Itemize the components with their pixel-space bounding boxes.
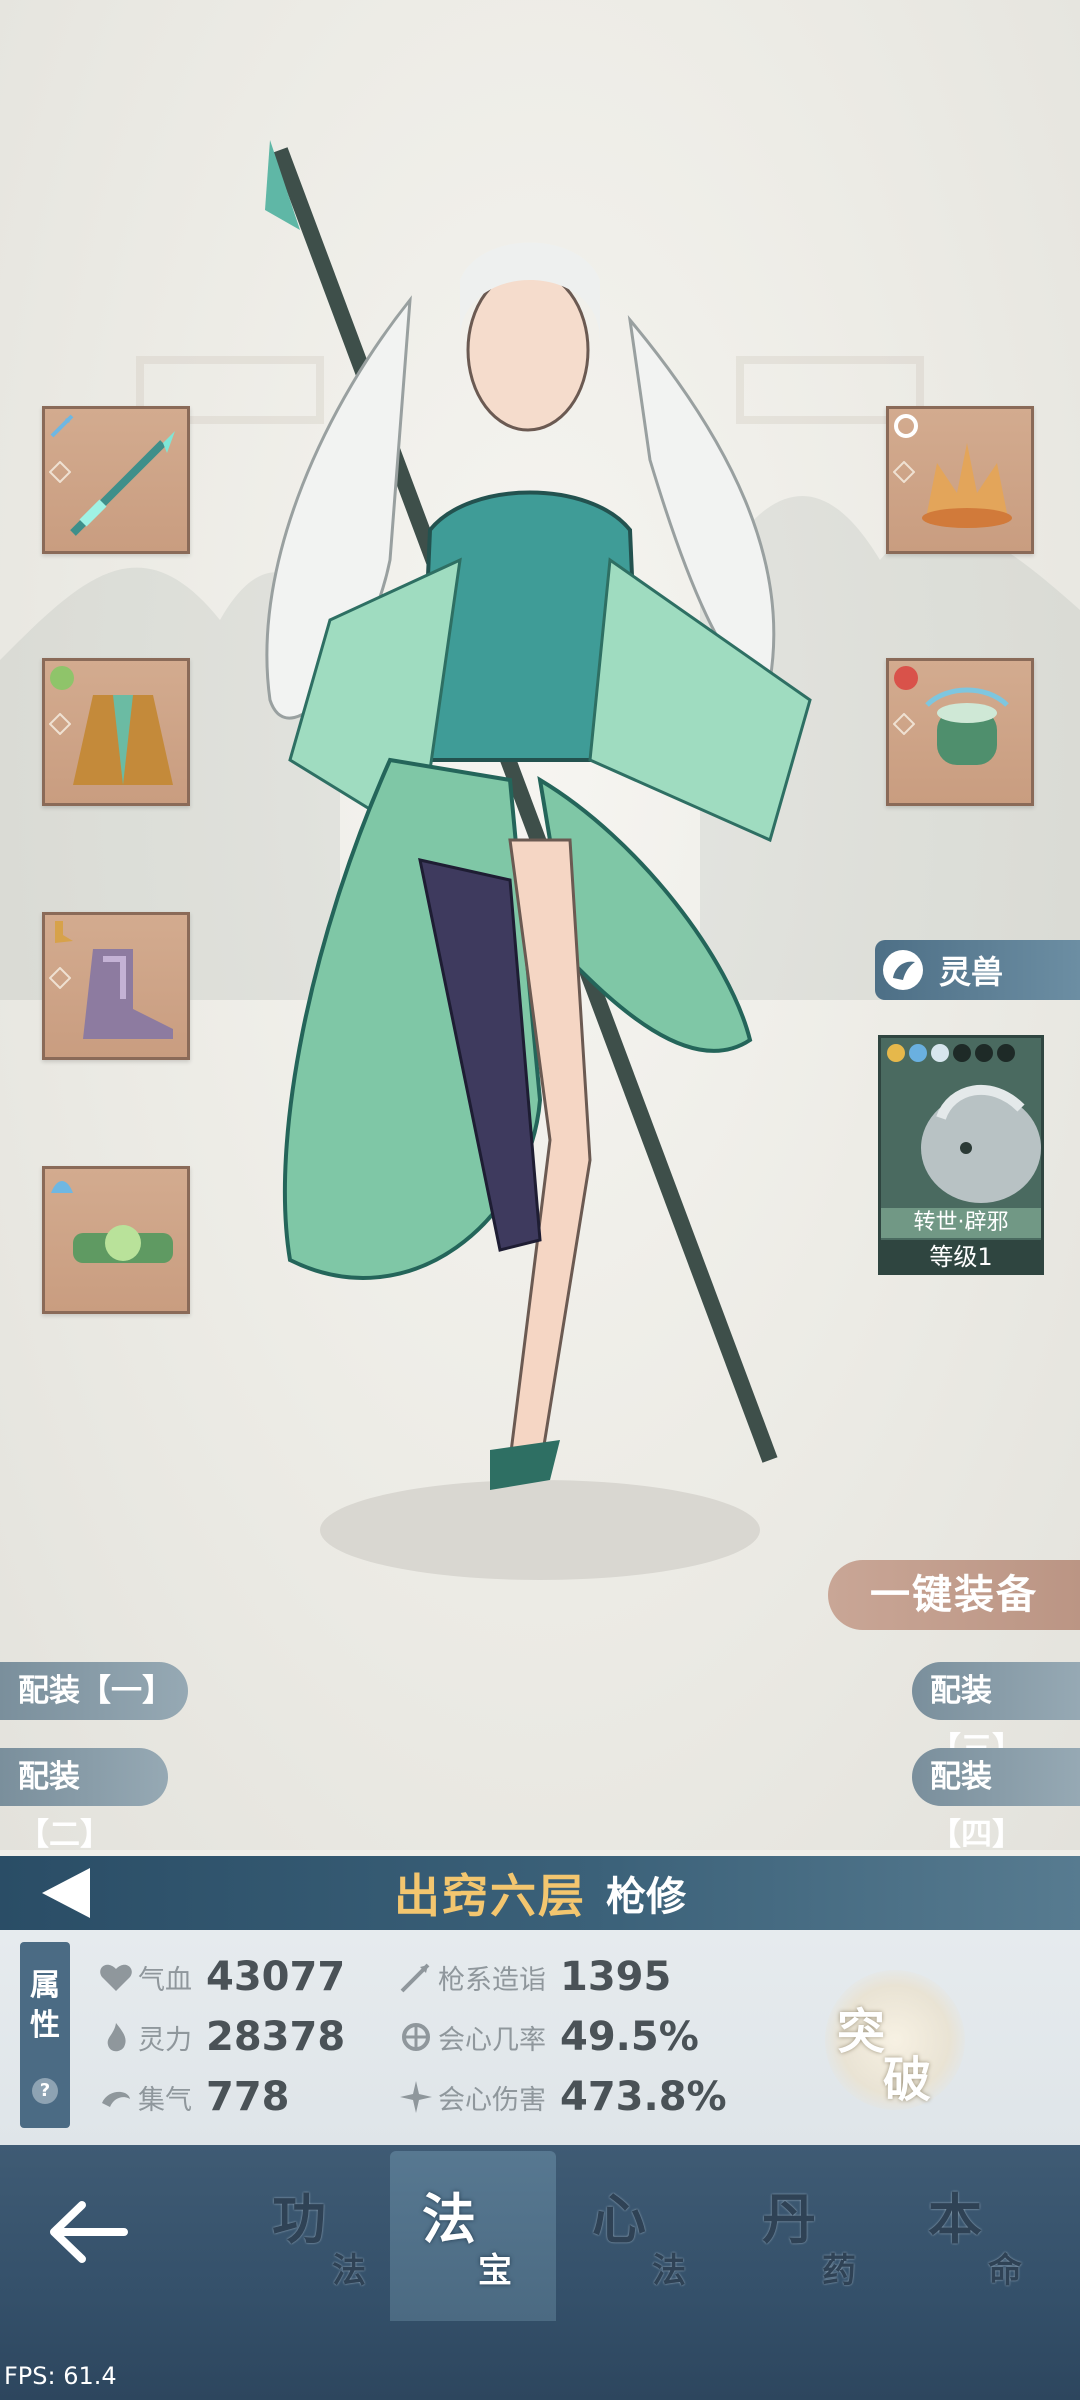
nav-tab-skills-small: 法 (332, 2251, 366, 2291)
nav-tab-treasures-small: 宝 (478, 2251, 512, 2291)
cultivator-class: 枪修 (606, 1874, 686, 1920)
stat-hp-value: 43077 (206, 1954, 346, 2000)
boots-icon (83, 949, 173, 1039)
breakthrough-label-2: 破 (883, 2052, 932, 2108)
nav-tab-destiny-big: 本 (928, 2188, 982, 2251)
paw-empty-icon (975, 1044, 993, 1062)
pet-card[interactable]: 转世·辟邪 等级1 (878, 1035, 1044, 1275)
nav-tab-skills-big: 功 (272, 2188, 326, 2251)
swirl-icon (102, 2091, 130, 2107)
stat-hp: 气血 43077 (98, 1950, 345, 2004)
equip-slot-belt[interactable] (42, 1166, 190, 1314)
stat-hp-label: 气血 (138, 1964, 192, 1996)
pet-tab-label: 灵兽 (939, 953, 1004, 991)
nav-tab-elixirs[interactable]: 丹 药 (730, 2167, 880, 2317)
heart-icon (100, 1964, 132, 1991)
stat-qi-value: 778 (206, 2074, 290, 2120)
realm-level: 出窍六层 (394, 1869, 586, 1923)
nav-tab-treasures-big: 法 (422, 2188, 476, 2251)
nav-tab-mind-arts-big: 心 (592, 2188, 646, 2251)
beast-claw-icon (883, 950, 923, 990)
flame-icon (107, 2023, 126, 2052)
breakthrough-button[interactable]: 突 破 (825, 1970, 965, 2110)
attributes-tab[interactable]: 属 性 ? (20, 1942, 70, 2128)
nav-tab-elixirs-big: 丹 (762, 2188, 816, 2251)
stat-crit-rate-value: 49.5% (560, 2014, 699, 2060)
stat-mp: 灵力 28378 (98, 2010, 345, 2064)
stat-crit-damage-label: 会心伤害 (438, 2084, 546, 2116)
equip-slot-boots[interactable] (42, 912, 190, 1060)
robe-icon (73, 695, 173, 785)
stat-spear-value: 1395 (560, 1954, 672, 2000)
stat-crit-damage-value: 473.8% (560, 2074, 727, 2120)
loadout-4-button[interactable]: 配装【四】 (912, 1748, 1080, 1850)
stat-crit-rate-label: 会心几率 (438, 2024, 546, 2056)
bottom-nav: 功 法 法 宝 心 法 丹 药 本 命 (0, 2145, 1080, 2400)
paw-filled-icon (887, 1044, 905, 1062)
belt-icon (73, 1225, 173, 1263)
crit-rate-icon (402, 2023, 430, 2051)
attributes-tab-label-2: 性 (30, 2008, 60, 2043)
stat-spear-label: 枪系造诣 (438, 1964, 546, 1996)
pet-level: 等级1 (881, 1240, 1041, 1272)
stat-crit-rate: 会心几率 49.5% (398, 2010, 699, 2064)
paw-empty-icon (997, 1044, 1015, 1062)
pet-star-row (887, 1044, 1015, 1062)
stat-crit-damage: 会心伤害 473.8% (398, 2070, 727, 2124)
loadout-3-button[interactable]: 配装【三】 (912, 1662, 1080, 1767)
nav-tab-skills[interactable]: 功 法 (240, 2167, 390, 2317)
equip-all-button[interactable]: 一键装备 (828, 1560, 1080, 1630)
pet-tab[interactable]: 灵兽 (875, 940, 1080, 1000)
back-arrow-icon[interactable] (48, 2197, 128, 2267)
paw-filled-icon (931, 1044, 949, 1062)
nav-tab-treasures[interactable]: 法 宝 (390, 2151, 556, 2321)
nav-tab-destiny[interactable]: 本 命 (896, 2167, 1046, 2317)
fps-counter: FPS: 61.4 (4, 2362, 117, 2390)
nav-tab-destiny-small: 命 (988, 2251, 1022, 2291)
stat-mp-value: 28378 (206, 2014, 346, 2060)
character-scene: 灵兽 转世·辟邪 等级1 一键装备 配装【一】 配装【二】 配装【三】 配装【四… (0, 0, 1080, 1850)
spear-icon (70, 431, 175, 536)
stat-mp-label: 灵力 (138, 2024, 192, 2056)
stat-spear-mastery: 枪系造诣 1395 (398, 1950, 671, 2004)
equip-slot-spear[interactable] (42, 406, 190, 554)
spear-stat-icon (400, 1963, 430, 1993)
nav-tab-mind-arts-small: 法 (652, 2251, 686, 2291)
paw-empty-icon (953, 1044, 971, 1062)
attributes-panel: 属 性 ? 气血 43077 灵力 28378 集气 778 枪系造诣 1395… (0, 1930, 1080, 2145)
equip-slot-robe[interactable] (42, 658, 190, 806)
loadout-1-button[interactable]: 配装【一】 (0, 1662, 188, 1720)
paw-filled-icon (909, 1044, 927, 1062)
realm-title-bar: 出窍六层 枪修 (0, 1856, 1080, 1930)
nav-tab-mind-arts[interactable]: 心 法 (560, 2167, 710, 2317)
stat-qi-label: 集气 (138, 2084, 192, 2116)
back-triangle-icon[interactable] (42, 1868, 90, 1918)
breakthrough-label-1: 突 (837, 2004, 886, 2060)
nav-tab-elixirs-small: 药 (822, 2251, 856, 2291)
attributes-tab-label-1: 属 (30, 1968, 60, 2003)
help-icon[interactable]: ? (32, 2078, 58, 2104)
character-illustration (265, 140, 812, 1580)
stat-qi: 集气 778 (98, 2070, 290, 2124)
loadout-2-button[interactable]: 配装【二】 (0, 1748, 168, 1850)
pet-name: 转世·辟邪 (881, 1208, 1041, 1238)
burst-icon (400, 2081, 432, 2113)
